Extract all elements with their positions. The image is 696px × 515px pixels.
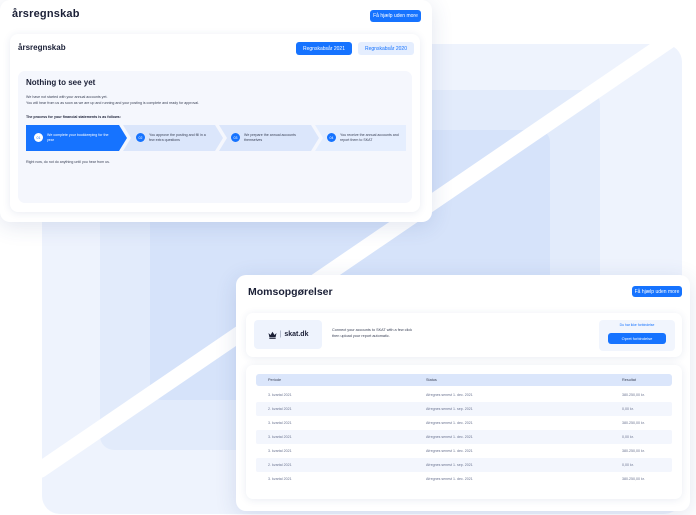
- vat-returns-card: Momsopgørelser Få hjælp uden more | skat…: [236, 275, 690, 511]
- cell-period: 3. kvartal 2021: [268, 449, 292, 453]
- cell-result: 380.250,00 kr.: [622, 421, 645, 425]
- empty-state-line-2: You will hear from us as soon as we are …: [26, 101, 200, 105]
- connect-button[interactable]: Opret forbindelse: [608, 333, 666, 344]
- table-row[interactable]: 3. kvartal 2021 Afregnes senest 1. dec. …: [256, 416, 672, 430]
- accounts-panel: årsregnskab Regnskabsår 2021 Regnskabsår…: [10, 34, 420, 212]
- cell-period: 3. kvartal 2021: [268, 435, 292, 439]
- card-title: Momsopgørelser: [248, 286, 333, 298]
- cell-result: 0,00 kr.: [622, 435, 634, 439]
- table-row[interactable]: 3. kvartal 2021 Afregnes senest 1. dec. …: [256, 388, 672, 402]
- step-number-4: 04: [327, 133, 336, 142]
- cell-status: Afregnes senest 1. sep. 2021: [426, 407, 473, 411]
- cell-period: 2. kvartal 2021: [268, 463, 292, 467]
- connection-status: Du har ikke forbindelse: [619, 323, 655, 327]
- cell-status: Afregnes senest 1. dec. 2021: [426, 477, 473, 481]
- cell-status: Afregnes senest 1. dec. 2021: [426, 435, 473, 439]
- tab-year-2021[interactable]: Regnskabsår 2021: [296, 42, 352, 55]
- cell-result: 0,00 kr.: [622, 407, 634, 411]
- table-row[interactable]: 3. kvartal 2021 Afregnes senest 1. dec. …: [256, 472, 672, 486]
- help-button[interactable]: Få hjælp uden more: [370, 10, 421, 22]
- stage: årsregnskab Få hjælp uden more årsregnsk…: [0, 0, 696, 515]
- step-number-2: 02: [136, 133, 145, 142]
- table-row[interactable]: 3. kvartal 2021 Afregnes senest 1. dec. …: [256, 430, 672, 444]
- skat-connection-box: Du har ikke forbindelse Opret forbindels…: [599, 320, 675, 351]
- cell-status: Afregnes senest 1. dec. 2021: [426, 449, 473, 453]
- cell-period: 3. kvartal 2021: [268, 477, 292, 481]
- table-row[interactable]: 2. kvartal 2021 Afregnes senest 1. sep. …: [256, 458, 672, 472]
- step-text-2: You approve the posting and fill in a fe…: [149, 133, 206, 142]
- crown-icon: [268, 331, 277, 339]
- step-text-3: We prepare the annual accounts themselve…: [244, 133, 296, 142]
- tab-year-2020[interactable]: Regnskabsår 2020: [358, 42, 414, 55]
- cell-status: Afregnes senest 1. dec. 2021: [426, 393, 473, 397]
- help-button[interactable]: Få hjælp uden more: [632, 286, 682, 297]
- cell-status: Afregnes senest 1. sep. 2021: [426, 463, 473, 467]
- table-row[interactable]: 2. kvartal 2021 Afregnes senest 1. sep. …: [256, 402, 672, 416]
- cell-result: 380.250,00 kr.: [622, 393, 645, 397]
- cell-period: 2. kvartal 2021: [268, 407, 292, 411]
- skat-logo-text: skat.dk: [284, 331, 309, 338]
- column-header-status[interactable]: Status: [426, 378, 437, 382]
- skat-description-line-2: then upload your report automatic.: [332, 334, 390, 338]
- cell-result: 380.250,00 kr.: [622, 477, 645, 481]
- process-steps: 01 We complete your bookkeeping for the …: [26, 125, 406, 151]
- card-title: årsregnskab: [12, 8, 80, 20]
- empty-state-panel: Nothing to see yet We have not started w…: [18, 71, 412, 203]
- step-number-1: 01: [34, 133, 43, 142]
- cell-result: 0,00 kr.: [622, 463, 634, 467]
- skat-connect-panel: | skat.dk Connect your accounts to SKAT …: [246, 313, 682, 357]
- vat-table: Periode Status Resultat 3. kvartal 2021 …: [246, 365, 682, 499]
- step-text-1: We complete your bookkeeping for the yea…: [47, 133, 109, 142]
- skat-logo: | skat.dk: [254, 320, 322, 349]
- column-header-period[interactable]: Periode: [268, 378, 281, 382]
- cell-result: 380.250,00 kr.: [622, 449, 645, 453]
- empty-state-line-1: We have not started with your annual acc…: [26, 95, 108, 99]
- table-header: Periode Status Resultat: [256, 374, 672, 386]
- empty-state-footer: Right now, do not do anything until you …: [26, 160, 110, 164]
- skat-description: Connect your accounts to SKAT with a few…: [332, 327, 412, 339]
- cell-period: 3. kvartal 2021: [268, 421, 292, 425]
- step-number-3: 03: [231, 133, 240, 142]
- column-header-result[interactable]: Resultat: [622, 378, 636, 382]
- table-row[interactable]: 3. kvartal 2021 Afregnes senest 1. dec. …: [256, 444, 672, 458]
- panel-title: årsregnskab: [18, 43, 66, 52]
- annual-accounts-card: årsregnskab Få hjælp uden more årsregnsk…: [0, 0, 432, 222]
- process-label: The process for your financial statement…: [26, 115, 121, 119]
- cell-period: 3. kvartal 2021: [268, 393, 292, 397]
- logo-divider: |: [279, 331, 282, 338]
- step-text-4: You receive the annual accounts and repo…: [340, 133, 399, 142]
- cell-status: Afregnes senest 1. dec. 2021: [426, 421, 473, 425]
- empty-state-heading: Nothing to see yet: [26, 78, 96, 87]
